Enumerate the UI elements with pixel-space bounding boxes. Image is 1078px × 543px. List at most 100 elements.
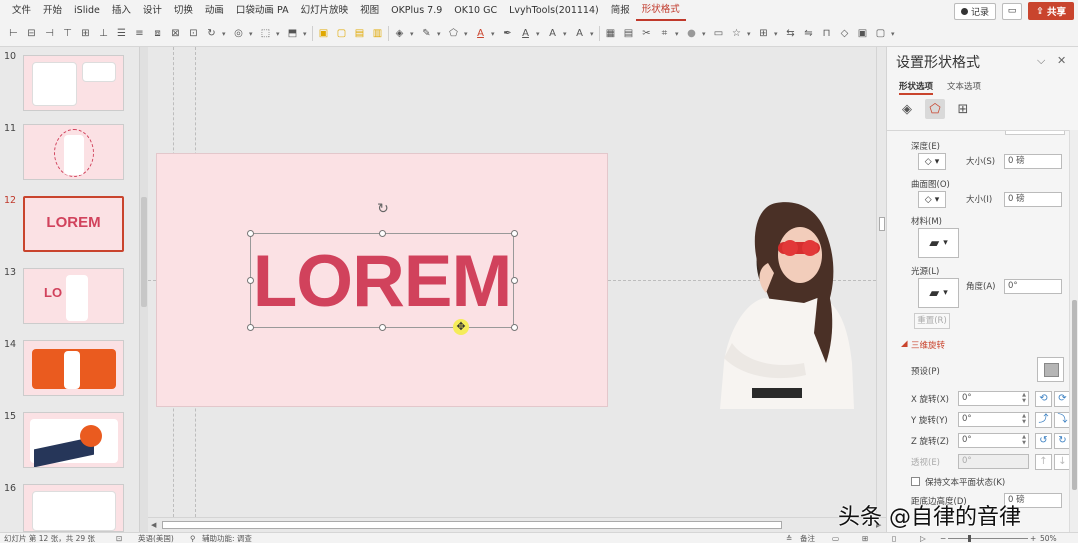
- zoom-slider[interactable]: [948, 538, 1028, 539]
- resize-handle-sw[interactable]: [247, 324, 254, 331]
- y-rotate-down-button[interactable]: ⤵: [1054, 412, 1069, 428]
- layout-dropdown-icon[interactable]: ▾: [774, 30, 780, 38]
- resize-handle-e[interactable]: [511, 277, 518, 284]
- menu-slideshow[interactable]: 幻灯片放映: [295, 0, 355, 21]
- fill-icon[interactable]: ◈: [392, 26, 407, 41]
- x-rotate-right-button[interactable]: ⟳: [1054, 391, 1069, 407]
- spellcheck-icon[interactable]: ⊡: [116, 533, 122, 543]
- slide-sorter-icon[interactable]: ⊞: [862, 533, 868, 543]
- outline-dropdown-icon[interactable]: ▾: [437, 30, 443, 38]
- crop-icon[interactable]: ⌗: [657, 26, 672, 41]
- media-dropdown-icon[interactable]: ▾: [891, 30, 897, 38]
- thumbnail-row-14[interactable]: 14: [0, 337, 140, 397]
- comment-button[interactable]: ▭: [1002, 2, 1023, 20]
- menu-pocket-animation[interactable]: 口袋动画 PA: [230, 0, 295, 21]
- normal-view-icon[interactable]: ▭: [832, 533, 839, 543]
- thumbnail-slide-12[interactable]: LOREM: [23, 196, 124, 252]
- thumbnail-slide-14[interactable]: [23, 340, 124, 396]
- picture-icon[interactable]: ▣: [855, 26, 870, 41]
- table-icon[interactable]: ▦: [603, 26, 618, 41]
- distribute-horizontal-icon[interactable]: ☰: [114, 26, 129, 41]
- contour-size-input[interactable]: 0 磅: [1004, 192, 1062, 207]
- resize-handle-ne[interactable]: [511, 230, 518, 237]
- text-outline-dropdown-icon[interactable]: ▾: [563, 30, 569, 38]
- spinner-icon[interactable]: ▲ ▼: [1022, 392, 1026, 404]
- menu-design[interactable]: 设计: [137, 0, 168, 21]
- lock-icon[interactable]: ⊓: [819, 26, 834, 41]
- text-outline-icon[interactable]: A: [545, 26, 560, 41]
- thumbnail-row-13[interactable]: 13 LO M: [0, 265, 140, 325]
- merge-icon[interactable]: ⬒: [285, 26, 300, 41]
- spinner-icon[interactable]: ▲ ▼: [1022, 434, 1026, 446]
- menu-ok10[interactable]: OK10 GC: [448, 0, 503, 21]
- font-color-dropdown-icon[interactable]: ▾: [491, 30, 497, 38]
- menu-insert[interactable]: 插入: [106, 0, 137, 21]
- resize-handle-s[interactable]: [379, 324, 386, 331]
- match-height-icon[interactable]: ⊡: [186, 26, 201, 41]
- bring-front-icon[interactable]: ▤: [352, 26, 367, 41]
- align-bottom-icon[interactable]: ⊥: [96, 26, 111, 41]
- zoom-level[interactable]: 50%: [1040, 533, 1057, 543]
- keep-text-flat-checkbox[interactable]: [911, 477, 920, 486]
- panel-options-icon[interactable]: ⌵: [1037, 54, 1045, 68]
- portrait-photo[interactable]: [714, 193, 860, 409]
- arrange-icon[interactable]: ⬚: [258, 26, 273, 41]
- resize-handle-w[interactable]: [247, 277, 254, 284]
- accessibility-status[interactable]: 辅助功能: 调查: [202, 533, 252, 543]
- accessibility-icon[interactable]: ⚲: [190, 533, 196, 543]
- effects-icon[interactable]: ⬠: [925, 99, 945, 119]
- lorem-title[interactable]: LOREM: [251, 238, 513, 326]
- size-properties-icon[interactable]: ⊞: [953, 99, 973, 119]
- rotate-icon[interactable]: ↻: [204, 26, 219, 41]
- menu-brief[interactable]: 简报: [605, 0, 636, 21]
- thumbnail-row-15[interactable]: 15: [0, 409, 140, 469]
- edit-horizontal-scrollbar[interactable]: ◀ ▶: [148, 517, 886, 531]
- z-rotate-ccw-button[interactable]: ↺: [1035, 433, 1052, 449]
- menu-animations[interactable]: 动画: [199, 0, 230, 21]
- close-icon[interactable]: ✕: [1057, 54, 1066, 67]
- match-width-icon[interactable]: ⊠: [168, 26, 183, 41]
- thumbnail-row-10[interactable]: 10: [0, 49, 140, 111]
- edit-vertical-scrollbar[interactable]: [876, 47, 886, 517]
- eyedropper-icon[interactable]: ✒: [500, 26, 515, 41]
- thumbnail-row-12[interactable]: 12 LOREM: [0, 193, 140, 253]
- mirror-icon[interactable]: ⇋: [801, 26, 816, 41]
- flip-icon[interactable]: ⇆: [783, 26, 798, 41]
- z-rotation-input[interactable]: 0° ▲ ▼: [958, 433, 1029, 448]
- tab-text-options[interactable]: 文本选项: [947, 80, 981, 95]
- notes-icon[interactable]: ≙: [786, 533, 792, 543]
- align-right-icon[interactable]: ⊣: [42, 26, 57, 41]
- group-dropdown-icon[interactable]: ▾: [249, 30, 255, 38]
- y-rotation-input[interactable]: 0° ▲ ▼: [958, 412, 1029, 427]
- reading-view-icon[interactable]: ▯: [892, 533, 896, 543]
- group-icon[interactable]: ◎: [231, 26, 246, 41]
- align-left-icon[interactable]: ⊢: [6, 26, 21, 41]
- language-status[interactable]: 英语(美国): [138, 533, 174, 543]
- transform-icon[interactable]: ◇: [837, 26, 852, 41]
- image-icon[interactable]: ▭: [711, 26, 726, 41]
- menu-view[interactable]: 视图: [354, 0, 385, 21]
- menu-islide[interactable]: iSlide: [68, 0, 106, 21]
- cut-icon[interactable]: ✂: [639, 26, 654, 41]
- send-backward-icon[interactable]: ▢: [334, 26, 349, 41]
- thumbnail-slide-15[interactable]: [23, 412, 124, 468]
- send-back-icon[interactable]: ▥: [370, 26, 385, 41]
- panel-scrollbar[interactable]: [1069, 130, 1078, 532]
- font-color-icon[interactable]: A: [473, 26, 488, 41]
- text-fill-icon[interactable]: A: [518, 26, 533, 41]
- thumbnail-row-11[interactable]: 11: [0, 121, 140, 181]
- match-size-icon[interactable]: ⧈: [150, 26, 165, 41]
- fill-line-icon[interactable]: ◈: [897, 99, 917, 119]
- shape-effect-icon[interactable]: ⬠: [446, 26, 461, 41]
- edit-horizontal-scrollbar-thumb[interactable]: [162, 521, 782, 529]
- media-icon[interactable]: ▢: [873, 26, 888, 41]
- menu-transitions[interactable]: 切换: [168, 0, 199, 21]
- layout-icon[interactable]: ⊞: [756, 26, 771, 41]
- zoom-slider-knob[interactable]: [968, 535, 971, 542]
- thumbnail-slide-13[interactable]: LO M: [23, 268, 124, 324]
- lighting-dropdown[interactable]: ▰ ▾: [918, 278, 959, 308]
- depth-color-dropdown[interactable]: ◇ ▾: [918, 153, 946, 170]
- reset-button[interactable]: 重置(R): [914, 313, 950, 329]
- menu-lvyhtools[interactable]: LvyhTools(201114): [503, 0, 605, 21]
- text-fill-dropdown-icon[interactable]: ▾: [536, 30, 542, 38]
